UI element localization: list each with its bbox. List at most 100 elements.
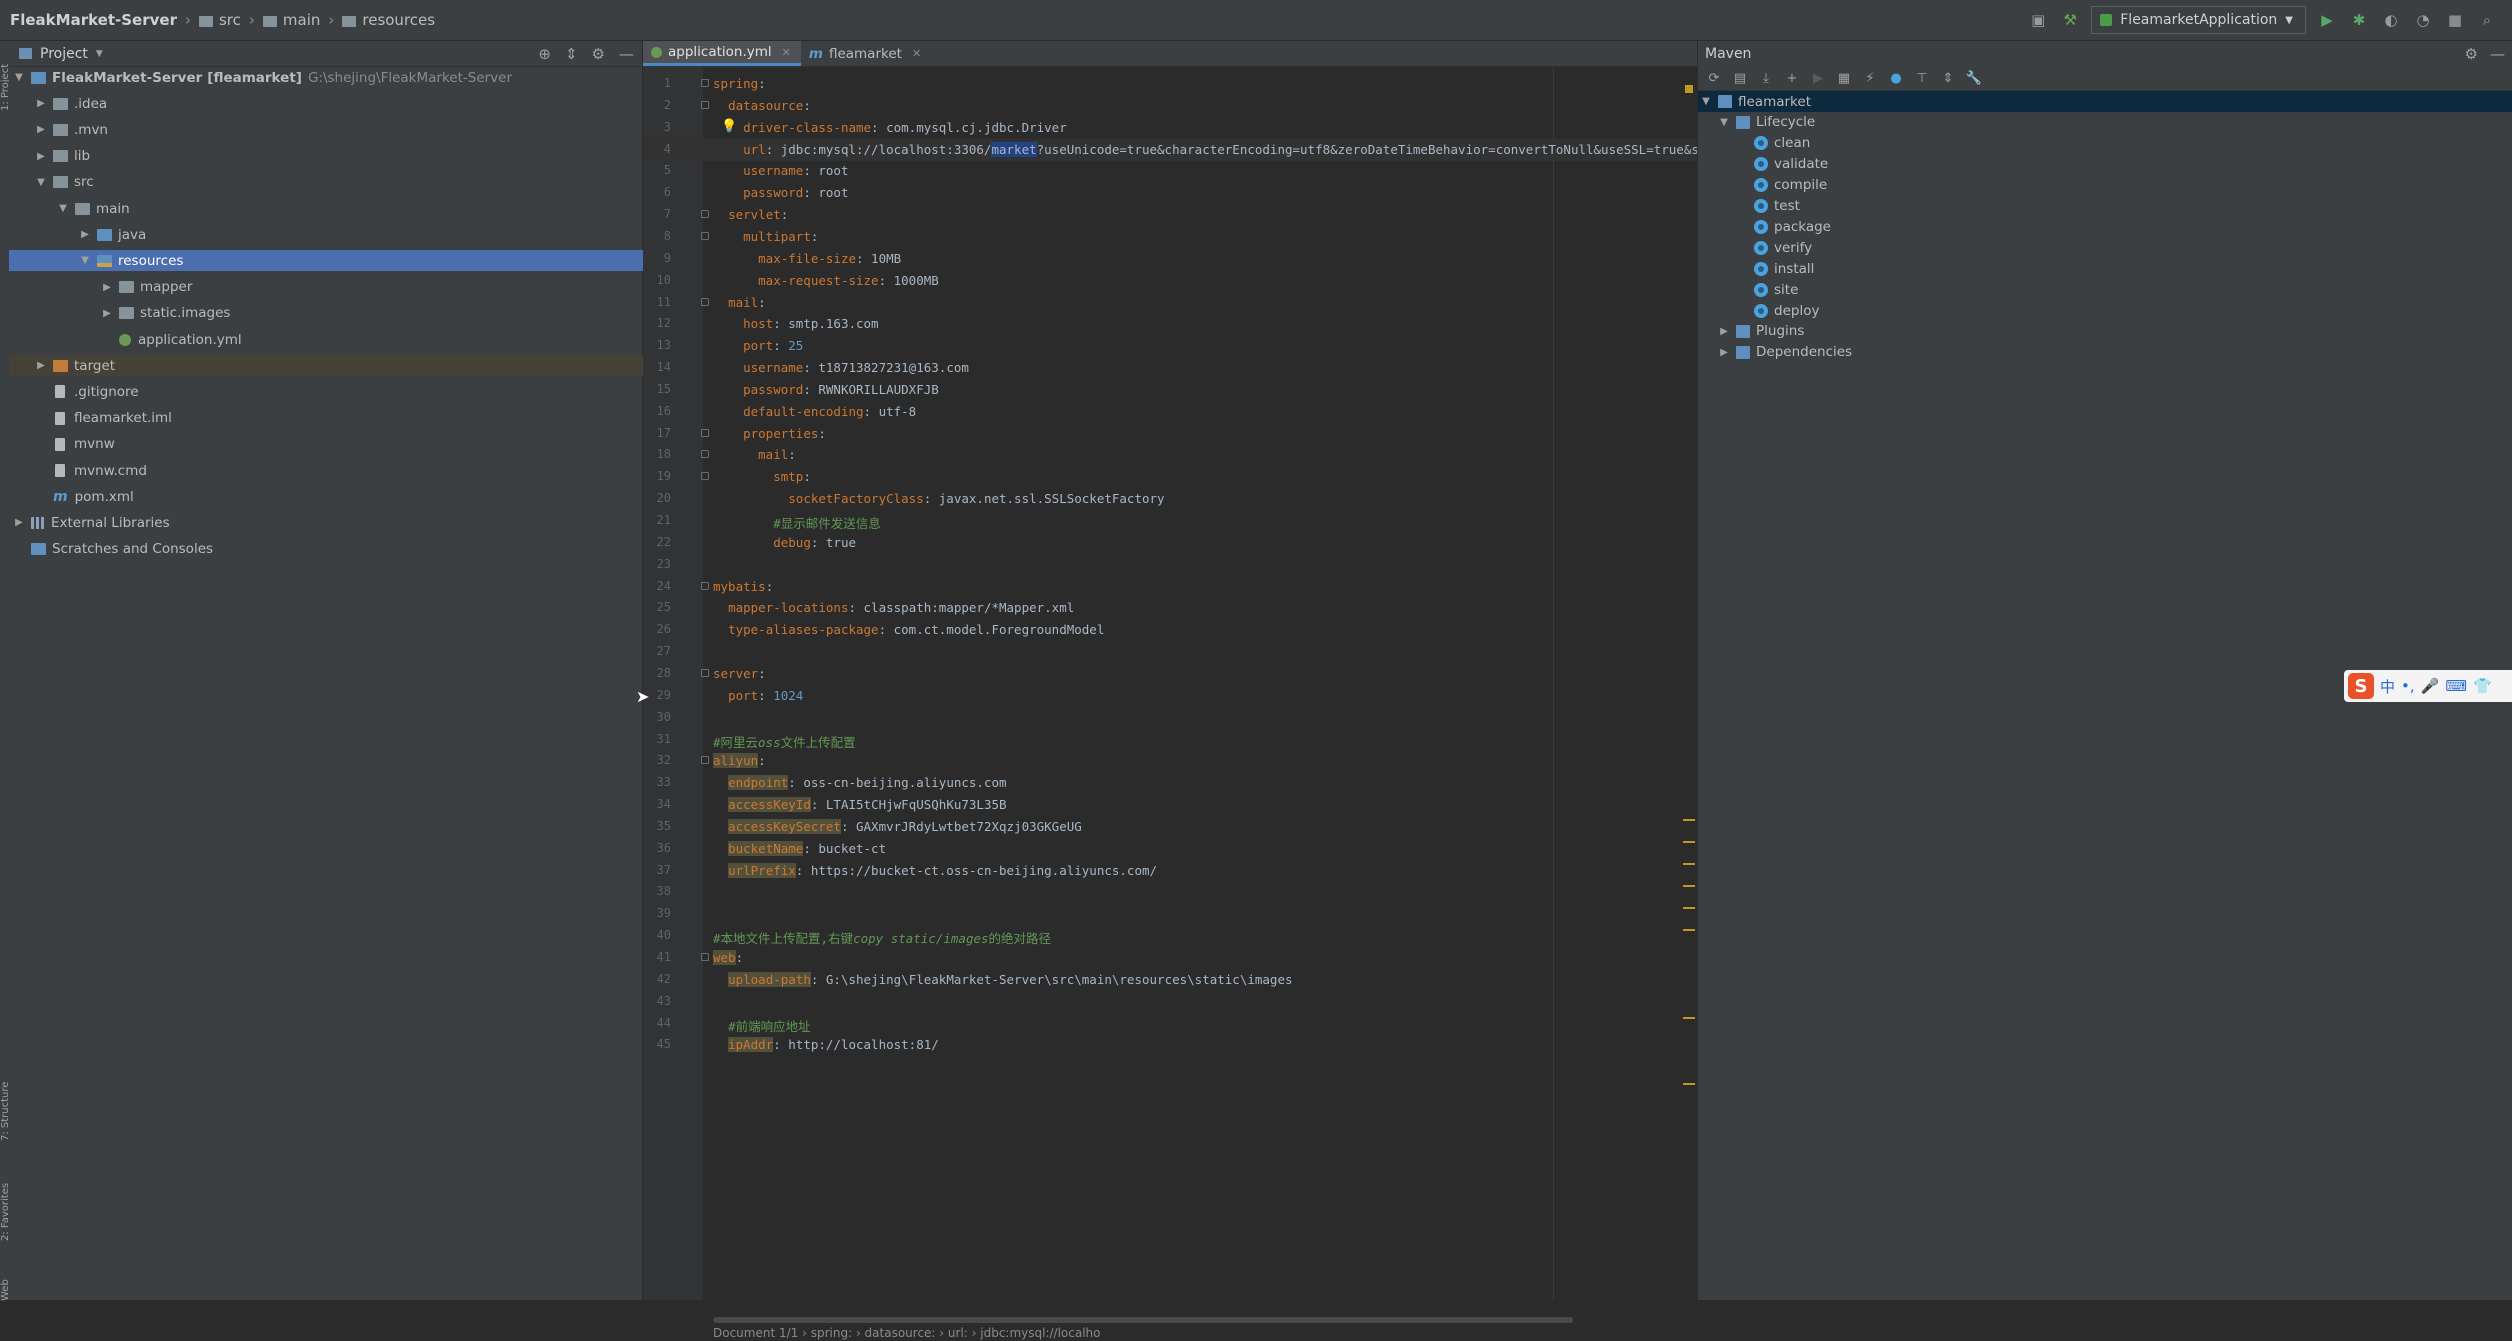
collapsed-arrow-icon[interactable]: ▶ [1718,326,1730,337]
code-line[interactable]: 16 default-encoding: utf-8 [643,401,1697,423]
expanded-arrow-icon[interactable]: ▼ [57,203,69,214]
code-line[interactable]: 37 urlPrefix: https://bucket-ct.oss-cn-b… [643,860,1697,882]
tree-item[interactable]: fleamarket.iml [9,408,668,429]
maven-tree-item[interactable]: ▼ fleamarket [1698,91,2512,112]
code-line[interactable]: 15 password: RWNKORILLAUDXFJB [643,379,1697,401]
code-line[interactable]: 31 #阿里云oss文件上传配置 [643,729,1697,751]
fold-marker-icon[interactable] [701,953,709,961]
profile-icon[interactable]: ◔ [2412,9,2434,31]
maven-tree-item[interactable]: deploy [1698,300,2512,321]
tree-item[interactable]: ▼ resources [9,250,712,272]
maven-tree-item[interactable]: install [1698,258,2512,279]
collapsed-arrow-icon[interactable]: ▶ [1718,347,1730,358]
warning-mark[interactable] [1683,841,1695,843]
code-line[interactable]: 45 ipAddr: http://localhost:81/ [643,1034,1697,1056]
build-hammer-icon[interactable]: ⚒ [2059,9,2081,31]
hide-panel-icon[interactable]: — [2490,45,2505,63]
code-line[interactable]: 23 [643,554,1697,576]
tree-item[interactable]: ▶ .idea [9,93,668,114]
microphone-icon[interactable]: 🎤 [2421,677,2440,695]
download-icon[interactable]: ⤓ [1758,70,1774,86]
code-line[interactable]: 26 type-aliases-package: com.ct.model.Fo… [643,619,1697,641]
warning-mark[interactable] [1683,1083,1695,1085]
code-line[interactable]: 21 #显示邮件发送信息 [643,510,1697,532]
code-line[interactable]: 35 accessKeySecret: GAXmvrJRdyLwtbet72Xq… [643,816,1697,838]
warning-mark[interactable] [1685,85,1693,93]
editor-breadcrumb[interactable]: Document 1/1 › spring: › datasource: › u… [643,1326,1697,1341]
warning-mark[interactable] [1683,929,1695,931]
code-line[interactable]: 42 upload-path: G:\shejing\FleakMarket-S… [643,969,1697,991]
generate-sources-icon[interactable]: ▤ [1732,70,1748,86]
fold-marker-icon[interactable] [701,297,709,306]
maven-tree-item[interactable]: clean [1698,133,2512,154]
code-line[interactable]: 38 [643,881,1697,903]
code-line[interactable]: 22 debug: true [643,532,1697,554]
tab-fleamarket[interactable]: m fleamarket ✕ [801,41,931,66]
tree-item[interactable]: ▶ static.images [9,303,734,324]
fold-marker-icon[interactable] [701,668,709,677]
collapsed-arrow-icon[interactable]: ▶ [13,517,25,528]
maven-tree-item[interactable]: ▶ Plugins [1698,321,2512,342]
expanded-arrow-icon[interactable]: ▼ [79,255,91,266]
tree-item[interactable]: Scratches and Consoles [9,539,646,560]
coverage-icon[interactable]: ◐ [2380,9,2402,31]
settings-gear-icon[interactable]: ⚙ [592,45,605,63]
code-line[interactable]: 19 smtp: [643,466,1697,488]
code-line[interactable]: 25 mapper-locations: classpath:mapper/*M… [643,597,1697,619]
code-line[interactable]: 3 💡 driver-class-name: com.mysql.cj.jdbc.… [643,117,1697,139]
punctuation-icon[interactable]: •, [2401,677,2415,695]
fold-marker-icon[interactable] [701,210,709,219]
code-line[interactable]: 41 web: [643,947,1697,969]
tree-item[interactable]: m pom.xml [9,486,668,507]
warning-mark[interactable] [1683,1017,1695,1019]
code-line[interactable]: 17 properties: [643,423,1697,445]
code-line[interactable]: 30 [643,707,1697,729]
add-icon[interactable]: + [1784,70,1800,86]
fold-marker-icon[interactable] [701,231,709,240]
maven-tree-item[interactable]: ▶ Dependencies [1698,342,2512,363]
warning-mark[interactable] [1683,819,1695,821]
stop-icon[interactable]: ■ [2444,9,2466,31]
tab-application-yml[interactable]: application.yml ✕ [643,41,801,66]
code-line[interactable]: 28 server: [643,663,1697,685]
collapsed-arrow-icon[interactable]: ▶ [101,308,113,319]
debug-icon[interactable]: ✱ [2348,9,2370,31]
code-line[interactable]: 20 socketFactoryClass: javax.net.ssl.SSL… [643,488,1697,510]
code-line[interactable]: 7 servlet: [643,204,1697,226]
maven-tree-item[interactable]: test [1698,196,2512,217]
horizontal-scrollbar[interactable] [713,1317,1573,1323]
code-line[interactable]: 18 mail: [643,444,1697,466]
tree-item[interactable]: ▼ FleakMarket-Server [fleamarket] G:\shejin… [9,67,646,88]
ime-mode-label[interactable]: 中 [2380,676,2395,697]
code-line[interactable]: 11 mail: [643,292,1697,314]
warning-mark[interactable] [1683,907,1695,909]
code-line[interactable]: 36 bucketName: bucket-ct [643,838,1697,860]
toggle-offline-icon[interactable]: ⚡ [1862,70,1878,86]
maven-tree-item[interactable]: compile [1698,175,2512,196]
tree-item[interactable]: .gitignore [9,381,668,402]
maven-settings-wrench-icon[interactable]: 🔧 [1966,70,1982,86]
code-line[interactable]: 9 max-file-size: 10MB [643,248,1697,270]
error-stripe[interactable] [1683,67,1697,1300]
code-line[interactable]: 10 max-request-size: 1000MB [643,270,1697,292]
expanded-arrow-icon[interactable]: ▼ [35,177,47,188]
fold-marker-icon[interactable] [701,581,709,590]
code-line[interactable]: 2 datasource: [643,95,1697,117]
tree-item[interactable]: ▶ mapper [9,277,734,298]
tree-item[interactable]: application.yml [9,329,734,350]
chevron-down-icon[interactable]: ▼ [96,49,103,59]
run-maven-icon[interactable]: ▶ [1810,70,1826,86]
crumb-resources[interactable]: resources [362,11,435,29]
tree-item[interactable]: ▶ lib [9,146,668,167]
keyboard-icon[interactable]: ⌨ [2445,677,2467,695]
tree-item[interactable]: ▶ java [9,224,712,245]
tree-item[interactable]: ▼ main [9,198,690,219]
run-icon[interactable]: ▶ [2316,9,2338,31]
hide-panel-icon[interactable]: — [619,45,634,63]
fold-marker-icon[interactable] [701,428,709,437]
close-icon[interactable]: ✕ [782,46,791,59]
maven-tree-item[interactable]: package [1698,216,2512,237]
fold-marker-icon[interactable] [701,472,709,481]
code-line[interactable]: 13 port: 25 [643,335,1697,357]
collapse-all-icon[interactable]: ⇕ [1940,70,1956,86]
